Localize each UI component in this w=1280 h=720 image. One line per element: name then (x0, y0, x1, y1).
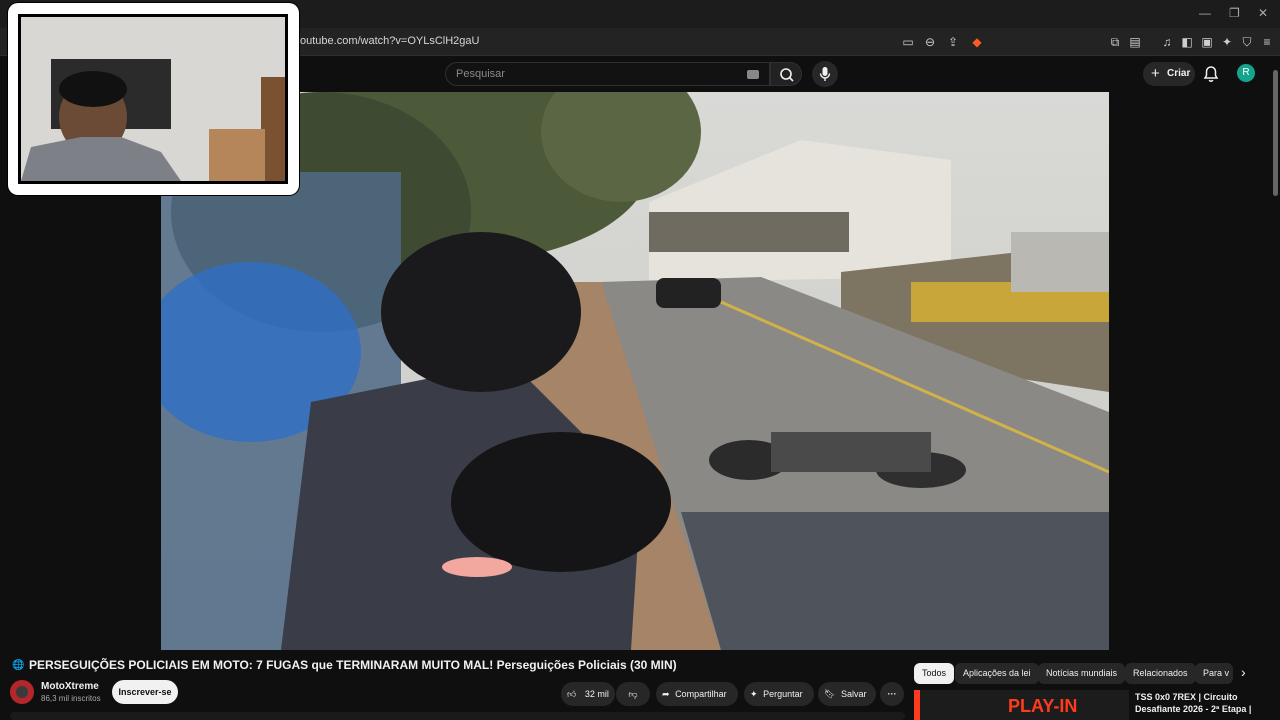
search-icon (780, 68, 794, 82)
save-button[interactable]: 🔖︎ Salvar (818, 682, 876, 706)
recommendation-thumbnail[interactable]: PLAY-IN (914, 690, 1129, 720)
vpn-icon[interactable]: ⛉ (1240, 35, 1254, 49)
chip-all[interactable]: Todos (914, 663, 955, 684)
menu-icon[interactable]: ≡ (1260, 35, 1274, 49)
ask-label: Perguntar (763, 689, 803, 699)
maximize-icon[interactable]: ❐ (1229, 6, 1240, 20)
close-icon[interactable]: ✕ (1258, 6, 1268, 20)
account-avatar[interactable]: R (1237, 64, 1255, 82)
create-label: Criar (1167, 68, 1191, 79)
thumb-text: PLAY-IN (1008, 696, 1078, 716)
more-horizontal-icon: ··· (887, 689, 897, 699)
thumbs-up-icon: 👍︎ (567, 689, 577, 699)
chip-for-you[interactable]: Para v (1195, 663, 1233, 684)
minimize-icon[interactable]: — (1199, 6, 1211, 20)
subscribe-button[interactable]: Inscrever-se (112, 680, 178, 704)
save-label: Salvar (840, 689, 867, 699)
share-arrow-icon: ➦ (662, 689, 670, 699)
like-count: 32 mil (584, 689, 609, 699)
channel-avatar[interactable] (10, 680, 34, 704)
bell-icon[interactable] (1202, 65, 1220, 83)
url-field[interactable]: outube.com/watch?v=OYLsClH2gaU (300, 35, 479, 47)
video-frame (161, 92, 1109, 650)
webcam-image (21, 17, 285, 181)
plus-icon: + (1151, 65, 1160, 82)
brave-shield-icon[interactable]: ◆ (970, 35, 984, 49)
channel-name[interactable]: MotoXtreme (41, 681, 99, 692)
chevron-right-icon[interactable]: › (1241, 664, 1246, 680)
dislike-button[interactable]: 👎︎ (616, 682, 650, 706)
share-icon[interactable]: ⇪ (946, 35, 960, 49)
extensions-icon[interactable]: ⧉ (1108, 35, 1122, 49)
music-icon[interactable]: ♫ (1160, 35, 1174, 49)
page-scrollbar[interactable] (1272, 56, 1280, 656)
chip-law-enforcement[interactable]: Aplicações da lei (955, 663, 1039, 684)
subscriber-count: 86,3 mil inscritos (41, 694, 101, 703)
wallet-icon[interactable]: ▣ (1200, 35, 1214, 49)
leo-ai-icon[interactable]: ✦ (1220, 35, 1234, 49)
description-box[interactable] (10, 712, 905, 720)
reader-icon[interactable]: ▤ (1128, 35, 1142, 49)
search-placeholder: Pesquisar (456, 68, 505, 80)
screen-icon[interactable]: ▭ (901, 35, 915, 49)
chip-world-news[interactable]: Notícias mundiais (1038, 663, 1126, 684)
like-button[interactable]: 👍︎ 32 mil (561, 682, 615, 706)
bookmark-icon: 🔖︎ (824, 689, 836, 699)
scrollbar-thumb[interactable] (1273, 70, 1278, 196)
keyboard-icon[interactable] (747, 70, 759, 79)
thumbs-down-icon: 👎︎ (628, 689, 638, 699)
ask-button[interactable]: ✦ Perguntar (744, 682, 814, 706)
more-actions-button[interactable]: ··· (880, 682, 904, 706)
thumb-accent (914, 690, 920, 720)
voice-search-button[interactable] (812, 61, 838, 87)
webcam-overlay (8, 3, 299, 195)
search-button[interactable] (770, 62, 802, 86)
sparkle-icon: ✦ (750, 689, 758, 699)
globe-icon: 🌐 (12, 660, 25, 671)
share-label: Compartilhar (675, 689, 727, 699)
share-button[interactable]: ➦ Compartilhar (656, 682, 738, 706)
chip-related[interactable]: Relacionados (1125, 663, 1196, 684)
video-player[interactable] (161, 92, 1109, 650)
recommendation-title[interactable]: TSS 0x0 7REX | Circuito Desafiante 2026 … (1135, 691, 1275, 715)
create-button[interactable]: + Criar (1143, 62, 1195, 86)
video-title: PERSEGUIÇÕES POLICIAIS EM MOTO: 7 FUGAS … (29, 658, 677, 672)
search-input[interactable]: Pesquisar (445, 62, 770, 86)
microphone-icon (819, 67, 831, 81)
webcam-feed (18, 14, 288, 184)
channel-logo (10, 680, 34, 704)
sidebar-icon[interactable]: ◧ (1180, 35, 1194, 49)
zoom-icon[interactable]: ⊖ (923, 35, 937, 49)
